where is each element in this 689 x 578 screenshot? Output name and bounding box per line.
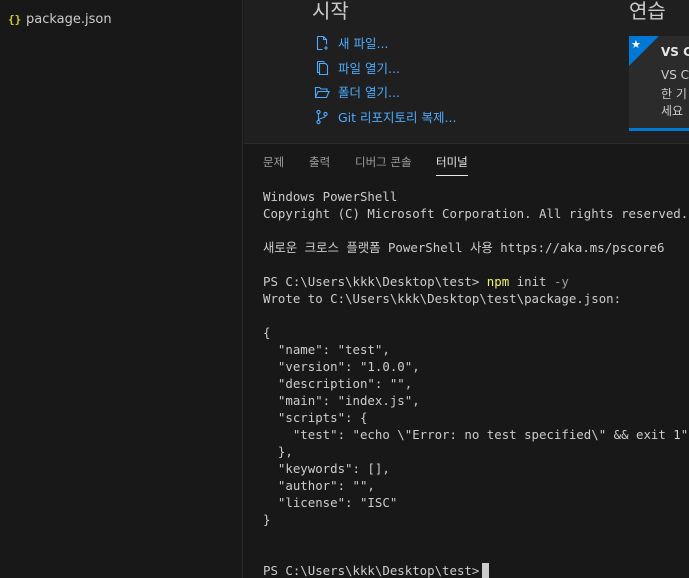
terminal-line: Wrote to C:\Users\kkk\Desktop\test\packa… [263, 291, 622, 306]
card-text-line: 세요 [661, 104, 684, 118]
open-folder-label: 폴더 열기... [338, 85, 400, 100]
new-file-action[interactable]: 새 파일... [314, 33, 388, 52]
welcome-page: 시작 새 파일... 파일 열기... 폴더 열기... Git 리포지토리 복… [244, 0, 689, 143]
tab-debug-console[interactable]: 디버그 콘솔 [355, 154, 412, 176]
terminal-line: 새로운 크로스 플랫폼 PowerShell 사용 https://aka.ms… [263, 240, 665, 255]
terminal-line: "main": "index.js", [263, 393, 420, 408]
file-item-package-json[interactable]: {} package.json [0, 8, 242, 30]
tab-terminal[interactable]: 터미널 [436, 154, 468, 176]
terminal-line: "test": "echo \"Error: no test specified… [263, 427, 689, 442]
start-section-title: 시작 [312, 0, 349, 23]
terminal-prompt: PS C:\Users\kkk\Desktop\test> [263, 563, 480, 578]
terminal-line: "keywords": [], [263, 461, 390, 476]
card-title: VS C [661, 45, 689, 59]
terminal-line: Windows PowerShell [263, 189, 398, 204]
tab-output[interactable]: 출력 [309, 154, 330, 176]
new-file-icon [316, 35, 328, 50]
terminal-line: "name": "test", [263, 342, 390, 357]
new-file-label: 새 파일... [338, 36, 389, 51]
walkthrough-section-title: 연습 [629, 0, 666, 23]
terminal-line: "author": "", [263, 478, 375, 493]
git-clone-action[interactable]: Git 리포지토리 복제... [314, 107, 456, 126]
file-label: package.json [26, 11, 112, 27]
terminal-final-prompt-line: PS C:\Users\kkk\Desktop\test> [263, 562, 490, 578]
command-flag: -y [553, 274, 569, 289]
star-icon: ★ [631, 38, 641, 51]
terminal-line: "scripts": { [263, 410, 368, 425]
terminal-prompt: PS C:\Users\kkk\Desktop\test> [263, 274, 487, 289]
json-file-icon: {} [8, 12, 22, 26]
open-folder-action[interactable]: 폴더 열기... [314, 82, 400, 101]
git-clone-icon [316, 109, 328, 124]
terminal-line: { [263, 325, 271, 340]
panel-tabs: 문제 출력 디버그 콘솔 터미널 [244, 144, 689, 180]
open-folder-icon [314, 86, 330, 98]
bottom-panel: 문제 출력 디버그 콘솔 터미널 Windows PowerShell Copyr… [244, 143, 689, 578]
terminal-line: } [263, 512, 271, 527]
terminal-command-line: PS C:\Users\kkk\Desktop\test> npm init -… [263, 273, 569, 290]
command-args: init [509, 274, 554, 289]
open-file-label: 파일 열기... [338, 61, 400, 76]
card-text-line: 한 기 [661, 87, 687, 101]
terminal-line: "description": "", [263, 376, 413, 391]
terminal-cursor [482, 563, 490, 578]
card-text-line: VS C [661, 68, 689, 82]
terminal-line: Copyright (C) Microsoft Corporation. All… [263, 206, 689, 221]
terminal-line: "version": "1.0.0", [263, 359, 420, 374]
terminal-line: "license": "ISC" [263, 495, 398, 510]
open-file-icon [316, 60, 329, 75]
walkthrough-card[interactable]: ★ VS C VS C 한 기 세요 [629, 36, 689, 131]
open-file-action[interactable]: 파일 열기... [314, 58, 400, 77]
terminal-line: }, [263, 444, 293, 459]
explorer-sidebar: {} package.json [0, 0, 243, 578]
command-program: npm [486, 274, 510, 289]
git-clone-label: Git 리포지토리 복제... [338, 110, 457, 125]
tab-problems[interactable]: 문제 [263, 154, 284, 176]
